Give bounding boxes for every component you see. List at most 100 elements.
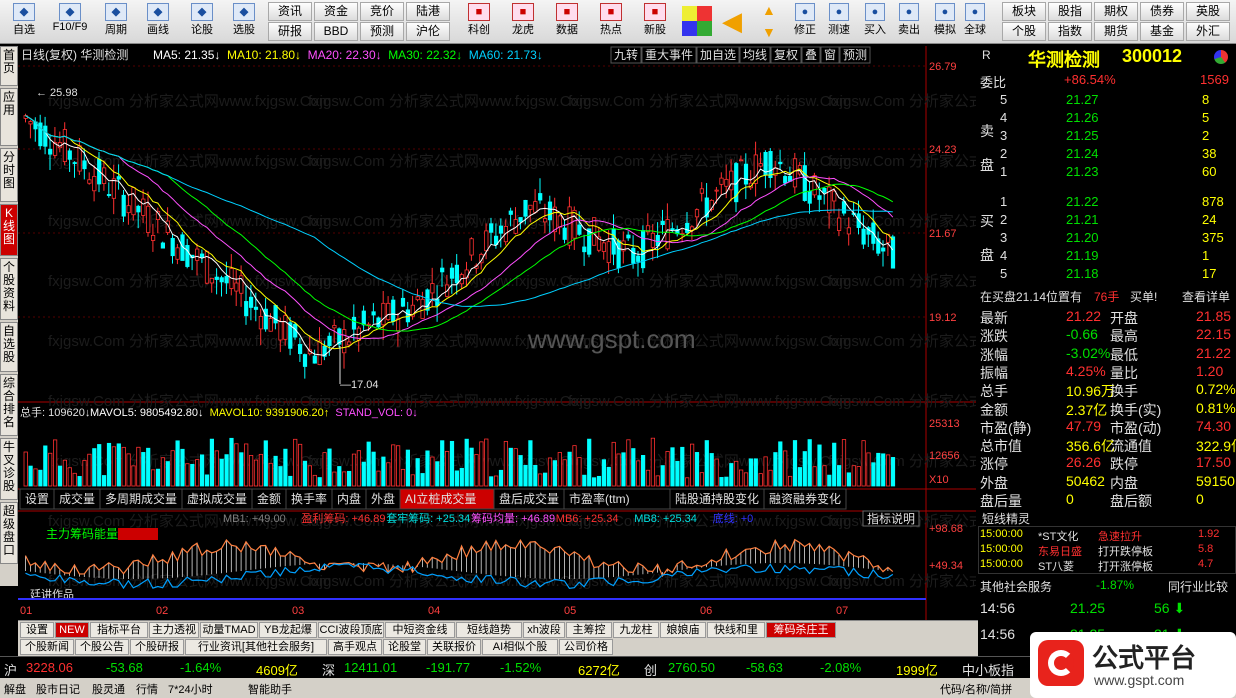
left-tab[interactable]: 分时图 (0, 148, 18, 202)
toolbar-grid-button[interactable]: 资金 (314, 2, 358, 21)
toolbar-grid-button[interactable]: 陆港 (406, 2, 450, 21)
toolbar-market-button[interactable]: 指数 (1048, 22, 1092, 41)
chart-tool-button[interactable]: 复权 (770, 46, 802, 64)
chart-tool-button[interactable]: 九转 (610, 46, 642, 64)
indicator-tab[interactable]: 快线和里 (707, 622, 765, 638)
toolbar-market-button[interactable]: 基金 (1140, 22, 1184, 41)
chart-tool-button[interactable]: 预测 (839, 46, 871, 64)
left-tab[interactable]: 个股资料 (0, 258, 18, 320)
toolbar-buy-button[interactable]: ● 买入 (858, 2, 892, 42)
up-arrow-icon[interactable]: ▲ (762, 2, 776, 18)
footer-link[interactable]: 股灵通 (92, 681, 125, 697)
volume-tab[interactable]: 换手率 (285, 488, 333, 510)
chart-tool-button[interactable]: 叠 (801, 46, 821, 64)
toolbar-grid-button[interactable]: 资讯 (268, 2, 312, 21)
volume-tab[interactable]: 市盈率(ttm) (563, 488, 671, 510)
color-grid-icon[interactable] (682, 6, 712, 36)
volume-tab[interactable]: 陆股通持股变化 (669, 488, 765, 510)
volume-tab[interactable]: 盘后成交量 (493, 488, 565, 510)
indicator-tab[interactable]: 中短资金线 (385, 622, 455, 638)
toolbar-grid-button[interactable]: 竞价 (360, 2, 404, 21)
toolbar-market-button[interactable]: 板块 (1002, 2, 1046, 21)
indicator-tab[interactable]: xh波段 (523, 622, 565, 638)
chart-tool-button[interactable]: 均线 (739, 46, 771, 64)
chart-tool-button[interactable]: 窗 (820, 46, 840, 64)
info-tab[interactable]: 行业资讯[其他社会服务] (185, 639, 327, 655)
info-tab[interactable]: 个股公告 (75, 639, 129, 655)
toolbar-market-button[interactable]: 个股 (1002, 22, 1046, 41)
info-tab[interactable]: AI相似个股 (482, 639, 558, 655)
volume-tab[interactable]: 虚拟成交量 (181, 488, 253, 510)
left-tab[interactable]: K线图 (0, 204, 18, 256)
toolbar-grid-button[interactable]: BBD (314, 22, 358, 41)
indicator-tab[interactable]: CCI波段顶底 (318, 622, 384, 638)
toolbar-market-button[interactable]: 英股 (1186, 2, 1230, 21)
toolbar-market-button[interactable]: 期货 (1094, 22, 1138, 41)
indicator-tab[interactable]: 指标平台 (90, 622, 148, 638)
indicator-tab[interactable]: 短线趋势XMA (456, 622, 522, 650)
toolbar-globe-button[interactable]: ● 全球 (958, 2, 992, 42)
info-tab[interactable]: 高手观点 (328, 639, 382, 655)
volume-tab[interactable]: AI立桩成交量 (399, 488, 495, 510)
toolbar-f10-button[interactable]: ◆ F10/F9 (48, 2, 92, 42)
news-row[interactable]: 15:00:00 ST八菱 打开涨停板 4.7 (978, 558, 1236, 576)
toolbar-pencil-button[interactable]: ◆ 画线 (136, 2, 180, 42)
info-tab[interactable]: 公司价格 (559, 639, 613, 655)
volume-tab[interactable]: 成交量 (53, 488, 101, 510)
code-search-input[interactable]: 代码/名称/简拼 (940, 681, 1012, 697)
volume-tab[interactable]: 内盘 (331, 488, 367, 510)
left-tab[interactable]: 牛叉诊股 (0, 438, 18, 500)
volume-tab[interactable]: 金额 (251, 488, 287, 510)
left-tab[interactable]: 自选股 (0, 322, 18, 372)
kline-chart[interactable]: fxjgsw.Com 分析家公式网www.fxjgsw.Com fxjgsw.Co… (18, 46, 1111, 620)
toolbar-market-button[interactable]: 债券 (1140, 2, 1184, 21)
toolbar-clock-button[interactable]: ◆ 周期 (94, 2, 138, 42)
footer-link[interactable]: 股市日记 (36, 681, 80, 697)
chart-tool-button[interactable]: 重大事件 (641, 46, 697, 64)
volume-tab[interactable]: 设置 (19, 488, 55, 510)
toolbar-sell-button[interactable]: ● 卖出 (892, 2, 926, 42)
toolbar-dragon-button[interactable]: ■ 龙虎 (502, 2, 544, 42)
indicator-tab[interactable]: 九龙柱 (613, 622, 659, 638)
info-tab[interactable]: 论股堂 (383, 639, 426, 655)
volume-tab[interactable]: 多周期成交量 (99, 488, 183, 510)
toolbar-fix-button[interactable]: ● 修正 (788, 2, 822, 42)
indicator-tab[interactable]: YB龙起爆点 (259, 622, 317, 650)
footer-link[interactable]: 解盘 (4, 681, 26, 697)
indicator-tab[interactable]: 筹码杀庄王 (766, 622, 836, 638)
info-tab[interactable]: 个股新闻 (20, 639, 74, 655)
chart-tool-button[interactable]: 加自选 (696, 46, 740, 64)
toolbar-market-button[interactable]: 股指 (1048, 2, 1092, 21)
back-arrow-icon[interactable]: ◀ (722, 6, 742, 36)
toolbar-discuss-button[interactable]: ◆ 论股 (180, 2, 224, 42)
toolbar-grid-button[interactable]: 预测 (360, 22, 404, 41)
left-tab[interactable]: 首页 (0, 46, 18, 86)
down-arrow-icon[interactable]: ▼ (762, 24, 776, 40)
toolbar-grid-button[interactable]: 沪伦 (406, 22, 450, 41)
toolbar-speed-button[interactable]: ● 测速 (822, 2, 856, 42)
toolbar-hot-button[interactable]: ■ 热点 (590, 2, 632, 42)
info-tab[interactable]: 个股研报 (130, 639, 184, 655)
volume-tab[interactable]: 融资融券变化 (763, 488, 847, 510)
toolbar-star-button[interactable]: ◆ 自选 (2, 2, 46, 42)
indicator-help-button[interactable]: 指标说明 (862, 510, 920, 527)
info-tab[interactable]: 关联报价 (427, 639, 481, 655)
toolbar-new-stock-button[interactable]: ■ 新股 (634, 2, 676, 42)
toolbar-sci-tech-button[interactable]: ■ 科创 (458, 2, 500, 42)
left-tab[interactable]: 超级盘口 (0, 502, 18, 564)
footer-link[interactable]: 智能助手 (248, 681, 292, 697)
left-tab[interactable]: 综合排名 (0, 374, 18, 436)
footer-link[interactable]: 行情 (136, 681, 158, 697)
toolbar-pe-button[interactable]: ■ 数据 (546, 2, 588, 42)
indicator-tab[interactable]: 娘娘庙 (660, 622, 706, 638)
toolbar-market-button[interactable]: 外汇 (1186, 22, 1230, 41)
left-tab[interactable]: 应用 (0, 88, 18, 146)
toolbar-simulate-button[interactable]: ● 模拟 (928, 2, 962, 42)
indicator-tab[interactable]: NEW (55, 622, 89, 638)
toolbar-select-stock-button[interactable]: ◆ 选股 (222, 2, 266, 42)
indicator-tab[interactable]: 动量TMAD (200, 622, 258, 638)
indicator-tab[interactable]: 主力透视2 (149, 622, 199, 650)
indicator-tab[interactable]: 设置 (20, 622, 54, 638)
toolbar-market-button[interactable]: 期权 (1094, 2, 1138, 21)
chart-svg[interactable]: fxjgsw.Com 分析家公式网www.fxjgsw.Comfxjgsw.Co… (18, 46, 1111, 620)
